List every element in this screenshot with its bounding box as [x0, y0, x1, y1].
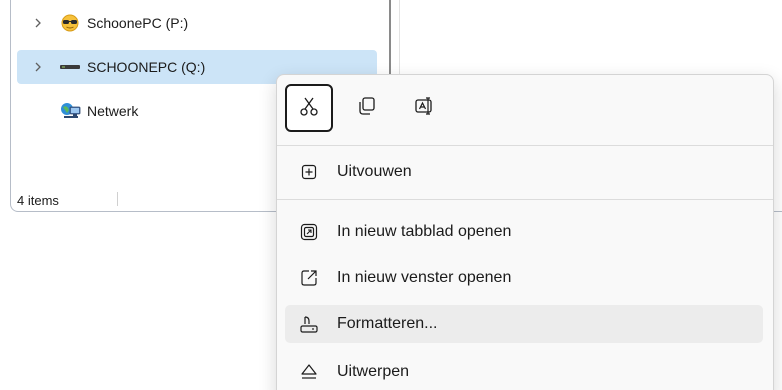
menu-item-format[interactable]: Formatteren... — [285, 305, 763, 343]
cut-button[interactable] — [285, 84, 333, 132]
network-icon — [59, 102, 81, 120]
expand-plus-icon — [299, 162, 319, 182]
chevron-right-icon[interactable] — [31, 16, 45, 30]
chevron-right-icon[interactable] — [31, 60, 45, 74]
new-window-icon — [299, 268, 319, 288]
menu-item-label: Formatteren... — [337, 315, 438, 332]
copy-button[interactable] — [343, 84, 391, 132]
menu-separator — [277, 199, 773, 200]
menu-item-label: In nieuw tabblad openen — [337, 223, 512, 240]
drive-icon — [59, 58, 81, 76]
menu-item-label: Uitvouwen — [337, 163, 412, 180]
tree-item-label: SCHOONEPC (Q:) — [87, 59, 206, 75]
menu-item-label: In nieuw venster openen — [337, 269, 512, 286]
menu-item-label: Uitwerpen — [337, 363, 410, 380]
screen: SchoonePC (P:) SCHOONEPC (Q:) Netwerk 4 … — [0, 0, 782, 390]
rename-icon — [414, 95, 436, 122]
network-drive-sunglasses-icon — [59, 14, 81, 32]
eject-icon — [299, 362, 319, 382]
item-count: 4 items — [17, 192, 59, 208]
copy-icon — [356, 95, 378, 122]
format-drive-icon — [299, 314, 319, 334]
tree-item-label: SchoonePC (P:) — [87, 15, 189, 31]
menu-item-eject[interactable]: Uitwerpen — [285, 353, 763, 390]
menu-item-new-window[interactable]: In nieuw venster openen — [285, 259, 763, 297]
context-menu: Uitvouwen In nieuw tabblad openen In nie… — [276, 74, 774, 390]
menu-item-new-tab[interactable]: In nieuw tabblad openen — [285, 213, 763, 251]
menu-separator — [277, 145, 773, 146]
quick-actions-bar — [285, 83, 459, 133]
menu-item-uitvouwen[interactable]: Uitvouwen — [285, 153, 763, 191]
new-tab-icon — [299, 222, 319, 242]
tree-item-schoonepc-p[interactable]: SchoonePC (P:) — [17, 6, 377, 40]
scissors-icon — [298, 95, 320, 122]
tree-item-label: Netwerk — [87, 103, 139, 119]
rename-button[interactable] — [401, 84, 449, 132]
status-bar: 4 items — [11, 188, 121, 212]
status-divider — [117, 192, 118, 206]
